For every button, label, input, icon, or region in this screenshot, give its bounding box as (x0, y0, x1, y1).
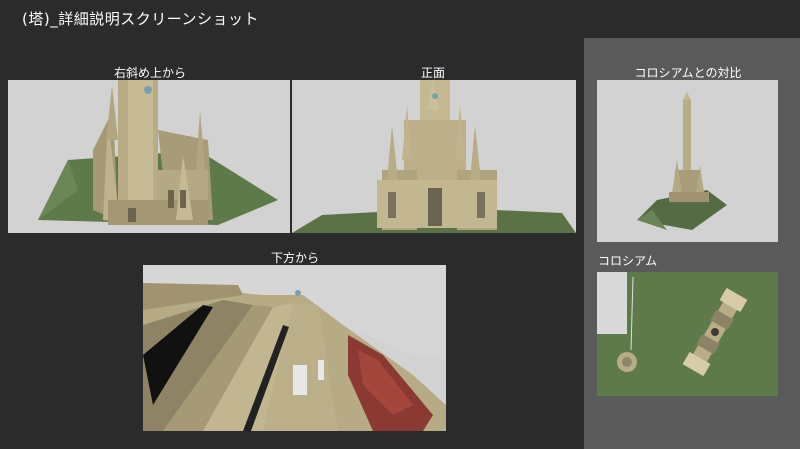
comparison-view-image (597, 80, 778, 242)
diagonal-view-image (8, 80, 290, 233)
front-view-image (292, 80, 576, 233)
page-title: (塔)_詳細説明スクリーンショット (22, 10, 259, 28)
colosseum-view-image (597, 272, 778, 396)
front-view-label: 正面 (420, 66, 445, 80)
below-view-label: 下方から (270, 251, 319, 265)
diagonal-view-label: 右斜め上から (113, 66, 186, 80)
colosseum-label: コロシアム (598, 254, 658, 268)
comparison-view-label: コロシアムとの対比 (634, 66, 742, 80)
below-view-image (143, 265, 446, 431)
